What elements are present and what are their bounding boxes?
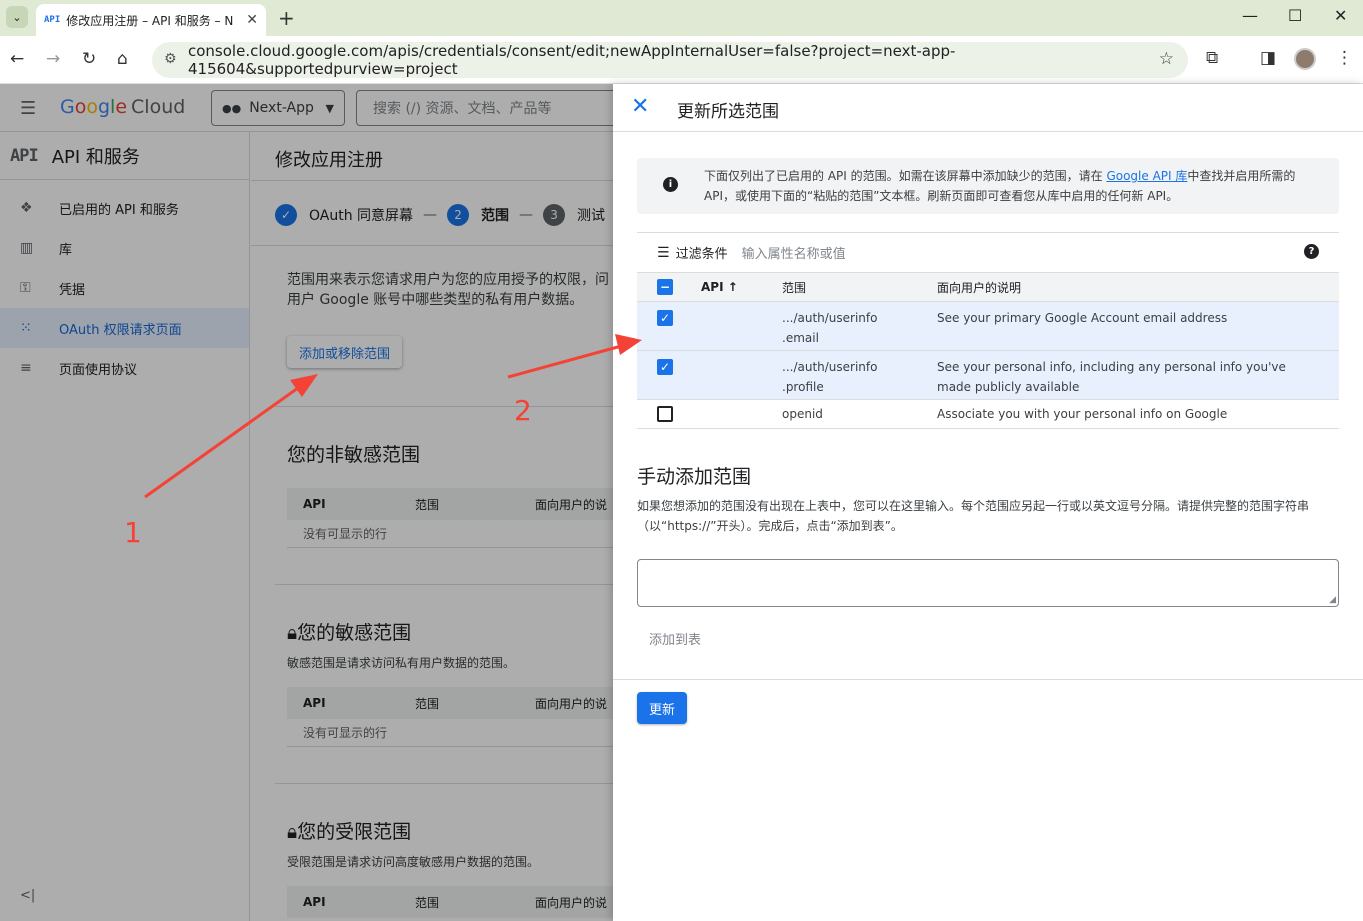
browser-toolbar: ← → ↻ ⌂ ⚙ console.cloud.google.com/apis/… — [0, 36, 1363, 84]
url-text: console.cloud.google.com/apis/credential… — [188, 42, 956, 78]
manual-scopes-desc: 如果您想添加的范围没有出现在上表中，您可以在这里输入。每个范围应另起一行或以英文… — [637, 499, 1310, 533]
panel-header: ✕ 更新所选范围 — [613, 84, 1363, 132]
table-row[interactable]: ✓ .../auth/userinfo .email See your prima… — [637, 302, 1339, 351]
tab-close-icon[interactable]: ✕ — [246, 12, 258, 28]
address-bar[interactable]: ⚙ console.cloud.google.com/apis/credenti… — [152, 42, 1188, 78]
info-icon: i — [663, 177, 678, 192]
update-button[interactable]: 更新 — [637, 692, 687, 724]
table-header: − API ↑ 范围 面向用户的说明 — [637, 272, 1339, 302]
tab-favicon: API — [44, 15, 61, 25]
close-window-icon[interactable]: ✕ — [1334, 6, 1347, 25]
add-to-table-button[interactable]: 添加到表 — [649, 629, 701, 648]
maximize-icon[interactable]: ☐ — [1288, 6, 1302, 25]
reload-icon[interactable]: ↻ — [82, 49, 96, 69]
annotation-number-2: 2 — [514, 394, 532, 427]
table-row[interactable]: openid Associate you with your personal … — [637, 400, 1339, 429]
site-info-icon[interactable]: ⚙ — [164, 51, 177, 67]
sort-arrow-up-icon: ↑ — [727, 280, 738, 294]
browser-tabbar: ⌄ API 修改应用注册 – API 和服务 – N ✕ + — ☐ ✕ — [0, 0, 1363, 36]
row-checkbox[interactable] — [657, 406, 673, 422]
filter-input[interactable]: 输入属性名称或值 — [742, 243, 846, 262]
table-row[interactable]: ✓ .../auth/userinfo .profile See your per… — [637, 351, 1339, 400]
extensions-icon[interactable]: ⧉ — [1206, 48, 1218, 68]
manual-scopes-title: 手动添加范围 — [637, 466, 752, 488]
bookmark-star-icon[interactable]: ☆ — [1159, 49, 1174, 69]
home-icon[interactable]: ⌂ — [117, 49, 128, 69]
info-banner: i 下面仅列出了已启用的 API 的范围。如需在该屏幕中添加缺少的范围，请在 G… — [637, 158, 1339, 214]
filter-icon: ☰ — [657, 244, 670, 261]
api-column-header[interactable]: API ↑ — [701, 280, 782, 294]
select-all-checkbox[interactable]: − — [657, 279, 673, 295]
update-scopes-panel: ✕ 更新所选范围 i 下面仅列出了已启用的 API 的范围。如需在该屏幕中添加缺… — [613, 84, 1363, 921]
row-checkbox[interactable]: ✓ — [657, 359, 673, 375]
filter-bar: ☰ 过滤条件 输入属性名称或值 ? — [637, 232, 1339, 272]
back-icon[interactable]: ← — [10, 49, 24, 69]
desc-column-header: 面向用户的说明 — [937, 280, 1022, 295]
forward-icon[interactable]: → — [46, 49, 60, 69]
help-icon[interactable]: ? — [1304, 244, 1319, 259]
info-text: 下面仅列出了已启用的 API 的范围。如需在该屏幕中添加缺少的范围，请在 Goo… — [704, 169, 1296, 203]
filter-label: 过滤条件 — [675, 247, 728, 262]
panel-title: 更新所选范围 — [677, 102, 779, 122]
annotation-number-1: 1 — [124, 516, 142, 549]
scope-column-header: 范围 — [782, 280, 807, 295]
profile-avatar[interactable] — [1294, 48, 1316, 70]
browser-tab[interactable]: API 修改应用注册 – API 和服务 – N ✕ — [36, 4, 266, 36]
row-checkbox[interactable]: ✓ — [657, 310, 673, 326]
side-panel-icon[interactable]: ◨ — [1260, 48, 1276, 68]
close-icon[interactable]: ✕ — [631, 94, 649, 119]
scopes-table: − API ↑ 范围 面向用户的说明 ✓ .../auth/userinfo .e… — [637, 272, 1339, 429]
minimize-icon[interactable]: — — [1242, 6, 1258, 25]
new-tab-icon[interactable]: + — [278, 6, 295, 30]
modal-scrim[interactable] — [0, 84, 613, 921]
tab-title: 修改应用注册 – API 和服务 – N — [66, 13, 234, 28]
manual-scopes-textarea[interactable]: ◢ — [637, 559, 1339, 607]
tab-search-icon[interactable]: ⌄ — [6, 6, 28, 28]
browser-menu-icon[interactable]: ⋮ — [1336, 48, 1353, 68]
api-library-link[interactable]: Google API 库 — [1106, 169, 1187, 183]
resize-handle-icon[interactable]: ◢ — [1329, 595, 1336, 605]
